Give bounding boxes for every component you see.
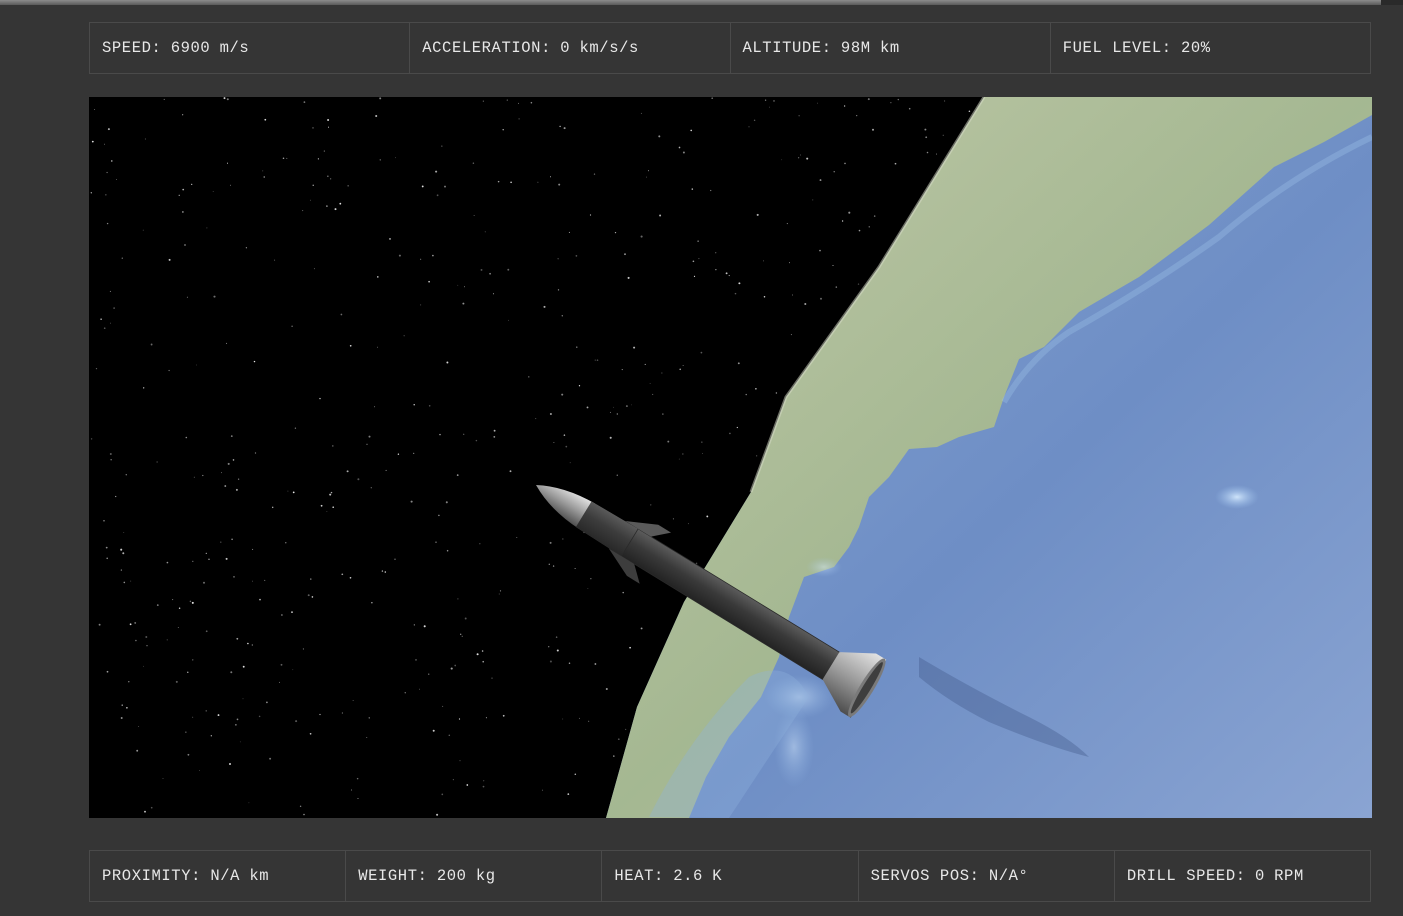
- telemetry-bar-bottom: PROXIMITY: N/A km WEIGHT: 200 kg HEAT: 2.6 K S…: [89, 850, 1371, 902]
- proximity-readout: PROXIMITY: N/A km: [90, 851, 347, 901]
- weight-label: WEIGHT:: [358, 867, 428, 885]
- acceleration-label: ACCELERATION:: [422, 39, 551, 57]
- drill-speed-value: 0: [1254, 867, 1265, 885]
- acceleration-value: 0: [560, 39, 571, 57]
- heat-label: HEAT:: [614, 867, 664, 885]
- speed-label: SPEED:: [102, 39, 162, 57]
- weight-value: 200: [436, 867, 467, 885]
- heat-unit: K: [712, 867, 723, 885]
- earth-planet: [606, 97, 1372, 818]
- acceleration-readout: ACCELERATION: 0 km/s/s: [410, 23, 731, 73]
- altitude-readout: ALTITUDE: 98M km: [731, 23, 1051, 73]
- altitude-value: 98M: [840, 39, 871, 57]
- telemetry-bar-top: SPEED: 6900 m/s ACCELERATION: 0 km/s/s ALTIT…: [89, 22, 1371, 74]
- window-top-strip: [0, 0, 1403, 5]
- fuel-level-label: FUEL LEVEL:: [1062, 39, 1172, 57]
- altitude-label: ALTITUDE:: [742, 39, 832, 57]
- space-viewport[interactable]: [89, 97, 1372, 818]
- proximity-label: PROXIMITY:: [102, 867, 202, 885]
- heat-readout: HEAT: 2.6 K: [602, 851, 859, 901]
- heat-value: 2.6: [673, 867, 703, 885]
- drill-speed-label: DRILL SPEED:: [1126, 867, 1246, 885]
- proximity-value: N/A: [210, 867, 241, 885]
- servos-pos-label: SERVOS POS:: [870, 867, 980, 885]
- fuel-level-value: 20%: [1180, 39, 1211, 57]
- servos-pos-value: N/A°: [988, 867, 1029, 885]
- weight-readout: WEIGHT: 200 kg: [346, 851, 603, 901]
- speed-readout: SPEED: 6900 m/s: [90, 23, 411, 73]
- drill-speed-readout: DRILL SPEED: 0 RPM: [1115, 851, 1370, 901]
- scene-canvas[interactable]: [89, 97, 1372, 818]
- proximity-unit: km: [249, 867, 270, 885]
- fuel-level-readout: FUEL LEVEL: 20%: [1051, 23, 1370, 73]
- acceleration-unit: km/s/s: [579, 39, 639, 57]
- speed-value: 6900: [170, 39, 211, 57]
- drill-speed-unit: RPM: [1274, 867, 1304, 885]
- altitude-unit: km: [879, 39, 900, 57]
- speed-unit: m/s: [219, 39, 250, 57]
- servos-pos-readout: SERVOS POS: N/A°: [859, 851, 1115, 901]
- weight-unit: kg: [475, 867, 496, 885]
